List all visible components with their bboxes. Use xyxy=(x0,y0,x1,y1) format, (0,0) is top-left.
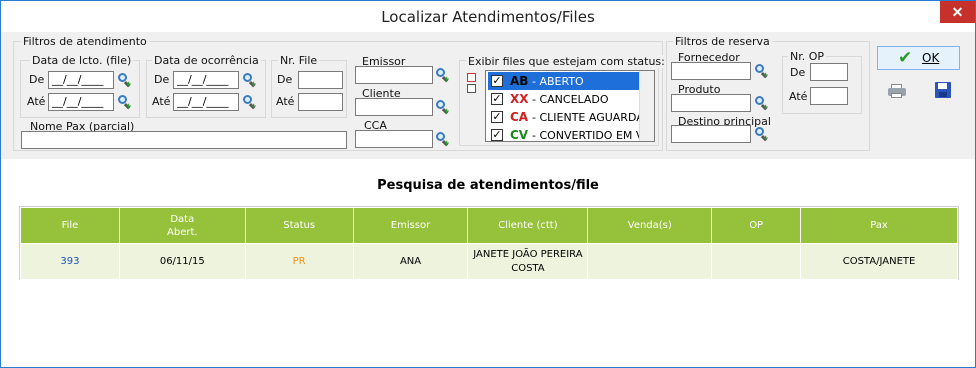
search-icon[interactable]: + xyxy=(242,72,258,89)
data-ocorrencia-de-label: De xyxy=(154,73,170,86)
status-code: XX xyxy=(510,92,529,106)
checkbox[interactable]: ✓ xyxy=(491,93,503,105)
nr-op-title: Nr. OP xyxy=(788,50,827,63)
status-item-ab[interactable]: ✓ AB - ABERTO xyxy=(488,72,640,90)
checkmark-icon: ✔ xyxy=(898,48,913,68)
filtros-reserva-title: Filtros de reserva xyxy=(673,35,772,48)
data-abert-cell: 06/11/15 xyxy=(118,243,246,280)
status-list[interactable]: ✓ AB - ABERTO ✓ XX - CANCELADO ✓ CA - CL… xyxy=(485,70,655,142)
results-panel: Pesquisa de atendimentos/file File Data … xyxy=(1,159,975,367)
ok-label: OK xyxy=(922,51,940,65)
fornecedor-input[interactable] xyxy=(671,62,751,80)
data-lcto-ate-label: Até xyxy=(27,95,46,108)
nome-pax-input[interactable] xyxy=(21,131,347,149)
column-header-cliente[interactable]: Cliente (ctt) xyxy=(467,207,589,244)
status-desc: - ABERTO xyxy=(532,75,584,88)
nr-file-title: Nr. File xyxy=(278,54,320,67)
status-item-xx[interactable]: ✓ XX - CANCELADO xyxy=(488,90,640,108)
checkbox[interactable]: ✓ xyxy=(491,129,503,141)
floppy-disk-icon[interactable] xyxy=(935,82,951,98)
column-header-pax[interactable]: Pax xyxy=(800,207,958,244)
column-header-status[interactable]: Status xyxy=(244,207,354,244)
column-header-emissor[interactable]: Emissor xyxy=(352,207,469,244)
nr-op-ate-label: Até xyxy=(789,90,808,103)
cliente-cell: JANETE JOÃO PEREIRA COSTA xyxy=(467,243,589,280)
results-table: File Data Abert. Status Emissor Cliente … xyxy=(20,207,958,280)
data-lcto-title: Data de lcto. (file) xyxy=(30,54,134,67)
nr-file-de-label: De xyxy=(277,73,293,86)
search-icon[interactable]: + xyxy=(117,72,133,89)
results-heading: Pesquisa de atendimentos/file xyxy=(377,178,599,193)
filter-panel: Filtros de atendimento Data de lcto. (fi… xyxy=(1,32,975,159)
status-scrollbar[interactable] xyxy=(639,71,654,141)
file-link[interactable]: 393 xyxy=(20,243,120,280)
data-ocorrencia-ate-input[interactable]: __/__/____ xyxy=(173,93,239,111)
table-row[interactable]: 393 06/11/15 PR ANA JANETE JOÃO PEREIRA … xyxy=(20,243,958,280)
pax-cell: COSTA/JANETE xyxy=(800,243,958,280)
status-item-cv[interactable]: ✓ CV - CONVERTIDO EM VI xyxy=(488,126,647,142)
nr-file-de-input[interactable] xyxy=(298,71,343,89)
status-desc: - CANCELADO xyxy=(532,93,609,106)
search-icon[interactable]: + xyxy=(117,94,133,111)
checkbox[interactable]: ✓ xyxy=(491,111,503,123)
search-icon[interactable]: + xyxy=(435,99,451,116)
emissor-input[interactable] xyxy=(355,66,433,84)
close-button[interactable]: ✕ xyxy=(940,1,975,23)
title-bar: Localizar Atendimentos/Files ✕ xyxy=(1,1,975,32)
cca-input[interactable] xyxy=(355,130,433,148)
status-cell: PR xyxy=(244,243,354,280)
op-cell xyxy=(711,243,802,280)
data-ocorrencia-title: Data de ocorrência xyxy=(152,54,261,67)
column-header-file[interactable]: File xyxy=(20,207,120,244)
status-desc: - CONVERTIDO EM VI xyxy=(532,129,647,142)
cliente-input[interactable] xyxy=(355,98,433,116)
nr-file-ate-label: Até xyxy=(276,95,295,108)
search-icon[interactable]: + xyxy=(242,94,258,111)
check-all-icon[interactable] xyxy=(467,73,476,82)
checkbox[interactable]: ✓ xyxy=(491,75,503,87)
search-icon[interactable]: + xyxy=(435,67,451,84)
data-lcto-de-label: De xyxy=(29,73,45,86)
uncheck-all-icon[interactable] xyxy=(467,84,476,93)
nr-op-de-input[interactable] xyxy=(810,63,848,81)
dialog-window: Localizar Atendimentos/Files ✕ Filtros d… xyxy=(0,0,976,368)
search-icon[interactable]: + xyxy=(435,131,451,148)
window-title: Localizar Atendimentos/Files xyxy=(381,8,595,26)
column-header-op[interactable]: OP xyxy=(711,207,802,244)
emissor-cell: ANA xyxy=(352,243,469,280)
status-code: CV xyxy=(510,128,529,142)
search-icon[interactable]: + xyxy=(754,95,770,112)
data-lcto-de-input[interactable]: __/__/____ xyxy=(48,71,114,89)
produto-input[interactable] xyxy=(671,94,751,112)
nr-op-de-label: De xyxy=(790,66,806,79)
ok-button[interactable]: ✔ OK xyxy=(877,46,960,70)
filtros-atendimento-title: Filtros de atendimento xyxy=(21,35,149,48)
printer-icon[interactable] xyxy=(888,84,906,98)
data-ocorrencia-de-input[interactable]: __/__/____ xyxy=(173,71,239,89)
search-icon[interactable]: + xyxy=(754,126,770,143)
nr-file-ate-input[interactable] xyxy=(298,93,343,111)
destino-input[interactable] xyxy=(671,125,751,143)
status-item-ca[interactable]: ✓ CA - CLIENTE AGUARDA xyxy=(488,108,644,126)
data-ocorrencia-ate-label: Até xyxy=(152,95,171,108)
status-desc: - CLIENTE AGUARDA xyxy=(532,111,644,124)
column-header-vendas[interactable]: Venda(s) xyxy=(587,207,713,244)
status-code: CA xyxy=(510,110,529,124)
nr-op-ate-input[interactable] xyxy=(810,87,848,105)
search-icon[interactable]: + xyxy=(754,63,770,80)
table-header-row: File Data Abert. Status Emissor Cliente … xyxy=(20,207,958,244)
status-code: AB xyxy=(510,74,529,88)
column-header-data-abert[interactable]: Data Abert. xyxy=(118,207,246,244)
vendas-cell xyxy=(587,243,713,280)
data-lcto-ate-input[interactable]: __/__/____ xyxy=(48,93,114,111)
status-title: Exibir files que estejam com status: xyxy=(466,55,667,68)
